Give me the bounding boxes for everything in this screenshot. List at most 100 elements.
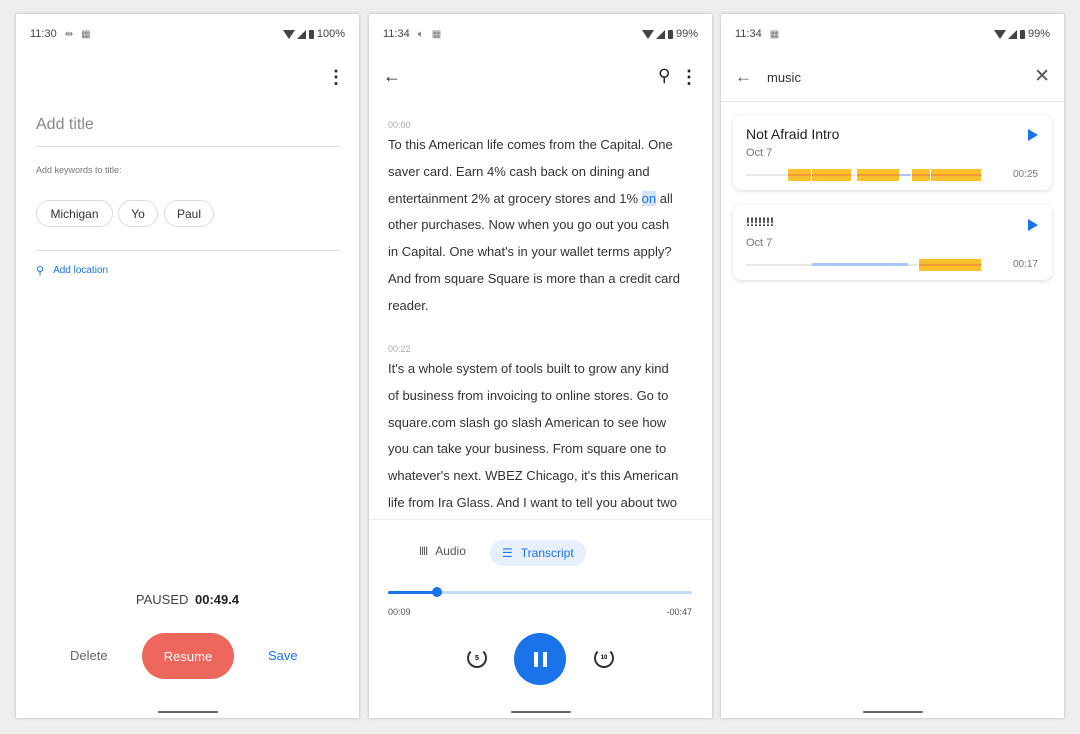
play-icon[interactable] <box>1028 129 1038 141</box>
result-date: Oct 7 <box>746 237 773 249</box>
transcript-lines-icon: ☰ <box>502 546 513 560</box>
transcript-line: other purchases. Now when you go out you… <box>388 217 670 233</box>
transcript-line: saver card. Earn 4% cash back on dining … <box>388 163 650 179</box>
search-icon[interactable]: ⚲ <box>658 66 670 86</box>
wifi-icon <box>641 29 654 39</box>
tab-transcript-label: Transcript <box>520 546 574 560</box>
volume-icon: 🔈︎ <box>417 28 424 40</box>
notification-icon: ▦ <box>81 28 91 40</box>
recording-status: PAUSED 00:49.4 <box>16 592 359 607</box>
result-card[interactable]: !!!!!!! Oct 7 00:17 <box>733 205 1052 280</box>
transcript-text: all <box>656 190 673 206</box>
search-input[interactable]: music <box>767 70 801 85</box>
pause-icon <box>533 651 538 667</box>
transcript-line: entertainment 2% at grocery stores and 1… <box>388 190 673 206</box>
battery-level: 99% <box>675 28 698 40</box>
keywords-label: Add keywords to title: <box>36 165 122 175</box>
search-highlight: on <box>641 190 657 206</box>
home-indicator[interactable] <box>158 711 218 713</box>
divider <box>721 101 1064 102</box>
signal-icon <box>296 29 306 39</box>
tab-audio[interactable]: ǀǁǀ Audio <box>419 544 466 558</box>
slider-thumb[interactable] <box>431 587 442 597</box>
transcript-line: whatever's next. WBEZ Chicago, it's this… <box>388 468 679 484</box>
status-bar: 11:34 ▦ 99% <box>735 26 1050 42</box>
more-options-icon[interactable]: ⋮ <box>680 68 698 86</box>
divider <box>369 519 712 520</box>
back-arrow-icon[interactable]: ← <box>735 67 752 87</box>
result-title: Not Afraid Intro <box>746 126 840 142</box>
home-indicator[interactable] <box>511 711 571 713</box>
save-button[interactable]: Save <box>268 648 298 663</box>
transcript-line: To this American life comes from the Cap… <box>388 137 673 152</box>
tab-audio-label: Audio <box>435 544 466 558</box>
battery-level: 99% <box>1027 28 1050 40</box>
pause-icon-bar <box>542 651 547 667</box>
remaining-time: -00:47 <box>666 607 692 617</box>
battery-icon <box>1019 29 1025 39</box>
divider <box>36 146 340 147</box>
status-time: 11:30 <box>30 28 57 40</box>
paused-label: PAUSED <box>135 592 189 607</box>
wifi-icon <box>282 29 295 39</box>
transcript-text: entertainment 2% at grocery stores and 1… <box>388 190 642 206</box>
transcript-screen: 11:34 🔈︎ ▦ 99% ← ⚲ ⋮ 00:00 To this Americ… <box>369 14 712 718</box>
status-bar: 11:30 ⇹ ▦ 100% <box>30 26 345 42</box>
match-segment <box>811 169 851 181</box>
transcript-line: It's a whole system of tools built to gr… <box>388 361 669 376</box>
playback-slider[interactable] <box>388 587 692 597</box>
battery-icon <box>667 29 673 39</box>
segment-timestamp[interactable]: 00:22 <box>388 344 411 354</box>
home-indicator[interactable] <box>863 711 923 713</box>
more-options-icon[interactable]: ⋮ <box>327 68 345 86</box>
waveform-icon: ǀǁǀ <box>419 544 428 558</box>
transcript-line: reader. <box>388 297 429 313</box>
transcript-line: And from square Square is more than a cr… <box>388 271 680 286</box>
recording-screen: 11:30 ⇹ ▦ 100% ⋮ Add title Add keywords … <box>16 14 359 718</box>
delete-button[interactable]: Delete <box>70 648 108 663</box>
match-segment <box>918 259 981 271</box>
status-time: 11:34 <box>383 28 410 40</box>
status-time: 11:34 <box>735 28 762 40</box>
title-input[interactable]: Add title <box>36 116 94 134</box>
waveform-played <box>812 263 908 266</box>
keyword-chip[interactable]: Paul <box>164 200 214 227</box>
transcript-line: in Capital. One what's in your wallet te… <box>388 244 672 260</box>
result-duration: 00:17 <box>1012 259 1038 270</box>
transcript-line: life from Ira Glass. And I want to tell … <box>388 495 678 510</box>
back-arrow-icon[interactable]: ← <box>383 66 401 87</box>
match-segment <box>911 169 930 181</box>
elapsed-time: 00:09 <box>388 607 411 617</box>
audio-icon: ⇹ <box>64 28 74 40</box>
wifi-icon <box>993 29 1006 39</box>
add-location-label: Add location <box>53 265 109 276</box>
signal-icon <box>1007 29 1017 39</box>
pause-button[interactable] <box>514 633 566 685</box>
transcript-line: of business from invoicing to online sto… <box>388 387 669 403</box>
search-results-screen: 11:34 ▦ 99% ← music ✕ Not Afraid Intro O… <box>721 14 1064 718</box>
match-segment <box>787 169 811 181</box>
resume-button[interactable]: Resume <box>142 633 234 679</box>
tab-transcript[interactable]: ☰ Transcript <box>490 540 586 566</box>
notification-icon: ▦ <box>431 28 442 40</box>
result-date: Oct 7 <box>746 147 773 159</box>
location-pin-icon: ⚲ <box>36 265 45 277</box>
match-segment <box>930 169 981 181</box>
play-icon[interactable] <box>1028 219 1038 231</box>
add-location-button[interactable]: ⚲ Add location <box>36 264 108 277</box>
result-card[interactable]: Not Afraid Intro Oct 7 00:25 <box>733 115 1052 190</box>
status-bar: 11:34 🔈︎ ▦ 99% <box>383 26 698 42</box>
result-duration: 00:25 <box>1012 169 1038 180</box>
transcript-line: square.com slash go slash American to se… <box>388 414 667 430</box>
divider <box>36 250 340 251</box>
keyword-chip[interactable]: Yo <box>118 200 158 227</box>
rewind-5-button[interactable]: 5 <box>467 648 487 668</box>
result-title: !!!!!!! <box>746 215 774 229</box>
forward-10-button[interactable]: 10 <box>594 648 614 668</box>
signal-icon <box>655 29 665 39</box>
slider-fill <box>388 591 437 594</box>
segment-timestamp[interactable]: 00:00 <box>388 120 411 130</box>
clear-search-icon[interactable]: ✕ <box>1034 65 1050 88</box>
battery-icon <box>308 29 314 39</box>
keyword-chip[interactable]: Michigan <box>36 200 113 227</box>
